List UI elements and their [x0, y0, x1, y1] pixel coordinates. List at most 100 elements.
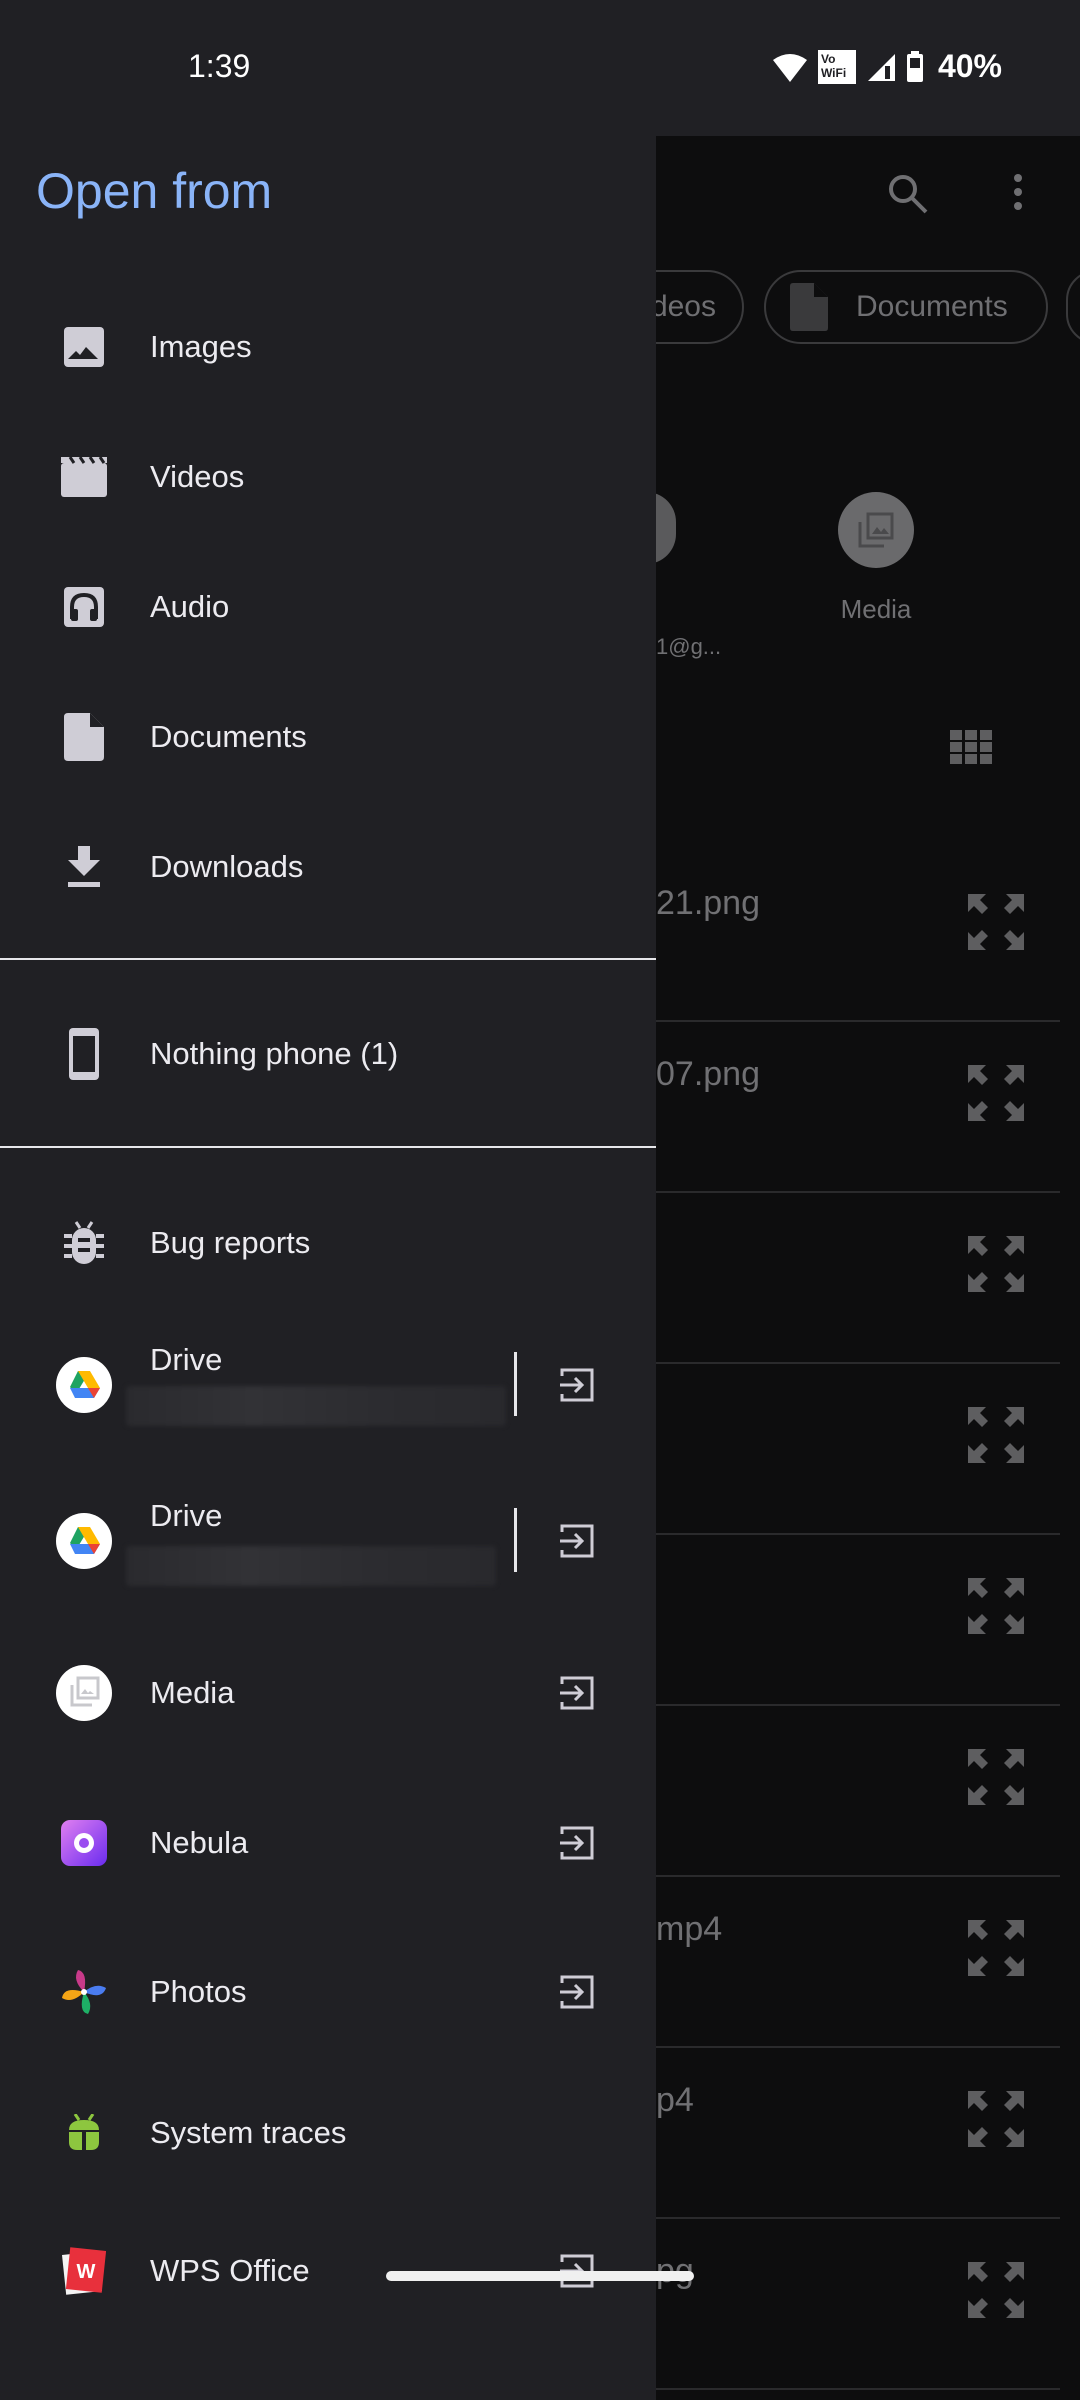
drawer-item-label: WPS Office	[150, 2253, 310, 2288]
google-drive-icon	[56, 1513, 112, 1569]
drawer-item-downloads[interactable]: Downloads	[0, 812, 656, 922]
svg-text:W: W	[77, 2261, 96, 2283]
drawer-item-audio[interactable]: Audio	[0, 552, 656, 662]
root-media[interactable]	[838, 492, 914, 568]
audio-headphones-icon	[56, 579, 112, 635]
android-icon	[56, 2105, 112, 2161]
phone-icon	[56, 1026, 112, 1082]
drawer-item-drive-1[interactable]: Drive	[0, 1330, 656, 1440]
search-icon[interactable]	[886, 172, 930, 216]
gesture-home-bar[interactable]	[386, 2271, 694, 2281]
drawer-item-nebula[interactable]: Nebula	[0, 1788, 656, 1898]
file-row[interactable]: p4	[656, 2047, 1080, 2218]
file-name: 21.png	[656, 884, 760, 922]
expand-preview-icon[interactable]	[968, 1920, 1024, 1976]
drawer-item-bug-reports[interactable]: Bug reports	[0, 1188, 656, 1298]
file-row[interactable]: 07.png	[656, 1021, 1080, 1192]
eject-icon[interactable]	[558, 1824, 596, 1862]
document-icon	[56, 709, 112, 765]
image-icon	[56, 319, 112, 375]
drawer-item-images[interactable]: Images	[0, 292, 656, 402]
file-name: 07.png	[656, 1055, 760, 1093]
cell-signal-icon	[867, 53, 895, 81]
drawer-item-videos[interactable]: Videos	[0, 422, 656, 532]
file-row[interactable]: mp4	[656, 1876, 1080, 2047]
expand-preview-icon[interactable]	[968, 1236, 1024, 1292]
redacted-account	[126, 1546, 496, 1586]
drawer-item-label: Bug reports	[150, 1225, 311, 1260]
battery-icon	[906, 50, 923, 82]
file-name: mp4	[656, 1910, 723, 1948]
document-icon	[790, 283, 828, 331]
open-from-drawer: Open from Images Videos Audio Documents …	[0, 0, 656, 2400]
drawer-title: Open from	[36, 163, 273, 219]
expand-preview-icon[interactable]	[968, 1749, 1024, 1805]
file-row[interactable]	[656, 1705, 1080, 1876]
expand-preview-icon[interactable]	[968, 1065, 1024, 1121]
wifi-icon	[772, 53, 807, 82]
drawer-item-documents[interactable]: Documents	[0, 682, 656, 792]
bug-icon	[56, 1215, 112, 1271]
file-name: p4	[656, 2081, 694, 2119]
vertical-separator	[514, 1508, 517, 1572]
vowifi-icon: Vo WiFi	[817, 49, 856, 84]
drawer-item-label: Nothing phone (1)	[150, 1036, 399, 1071]
drawer-item-label: Videos	[150, 459, 245, 494]
file-row[interactable]	[656, 1192, 1080, 1363]
status-bar: 1:39 Vo WiFi 40%	[0, 0, 1080, 136]
drawer-item-media[interactable]: Media	[0, 1638, 656, 1748]
chip-partial[interactable]	[1066, 270, 1080, 344]
drawer-item-label: Drive	[150, 1342, 223, 1377]
drawer-item-nothing-phone[interactable]: Nothing phone (1)	[0, 999, 656, 1109]
root-media-label: Media	[840, 594, 912, 624]
eject-icon[interactable]	[558, 1674, 596, 1712]
drawer-item-label: Documents	[150, 719, 307, 754]
expand-preview-icon[interactable]	[968, 2262, 1024, 2318]
vertical-separator	[514, 1352, 517, 1416]
google-drive-icon	[56, 1357, 112, 1413]
vowifi-line1: Vo	[820, 51, 836, 66]
drawer-item-label: Downloads	[150, 849, 304, 884]
drawer-item-label: Drive	[150, 1498, 223, 1533]
root-drive-sublabel: 1@g...	[656, 634, 722, 659]
media-icon	[56, 1665, 112, 1721]
file-row[interactable]: pg	[656, 2218, 1080, 2389]
media-icon	[858, 512, 894, 548]
drawer-item-label: Photos	[150, 1974, 247, 2009]
section-divider	[0, 958, 656, 960]
drawer-item-label: System traces	[150, 2115, 347, 2150]
file-row[interactable]	[656, 1363, 1080, 1534]
grid-view-icon[interactable]	[950, 730, 992, 764]
chip-documents-label: Documents	[856, 290, 1008, 323]
screen: 1:39 Vo WiFi 40% deos Documents 1@g... M…	[0, 0, 1080, 2400]
eject-icon[interactable]	[558, 1366, 596, 1404]
drawer-item-drive-2[interactable]: Drive	[0, 1486, 656, 1596]
nebula-app-icon	[56, 1815, 112, 1871]
vowifi-line2: WiFi	[820, 65, 847, 80]
background-files-app: deos Documents 1@g... Media 21.png 07.png…	[596, 136, 1080, 2400]
more-vert-icon[interactable]	[1012, 172, 1024, 216]
redacted-account	[126, 1386, 506, 1426]
section-divider	[0, 1146, 656, 1148]
file-row-divider	[656, 2388, 1060, 2390]
file-row[interactable]	[656, 1534, 1080, 1705]
drawer-item-label: Images	[150, 329, 252, 364]
video-clapper-icon	[56, 449, 112, 505]
eject-icon[interactable]	[558, 1522, 596, 1560]
google-photos-icon	[56, 1964, 112, 2020]
clock: 1:39	[188, 48, 251, 84]
drawer-item-label: Media	[150, 1675, 235, 1710]
drawer-item-system-traces[interactable]: System traces	[0, 2078, 656, 2188]
expand-preview-icon[interactable]	[968, 1407, 1024, 1463]
chip-videos-label: deos	[650, 290, 716, 323]
drawer-item-photos[interactable]: Photos	[0, 1937, 656, 2047]
expand-preview-icon[interactable]	[968, 2091, 1024, 2147]
expand-preview-icon[interactable]	[968, 1578, 1024, 1634]
status-icons: Vo WiFi 40%	[772, 48, 1002, 85]
chip-documents[interactable]: Documents	[764, 270, 1048, 344]
drawer-item-label: Audio	[150, 589, 230, 624]
expand-preview-icon[interactable]	[968, 894, 1024, 950]
eject-icon[interactable]	[558, 1973, 596, 2011]
wps-office-icon: W	[56, 2243, 112, 2299]
file-row[interactable]: 21.png	[656, 850, 1080, 1021]
